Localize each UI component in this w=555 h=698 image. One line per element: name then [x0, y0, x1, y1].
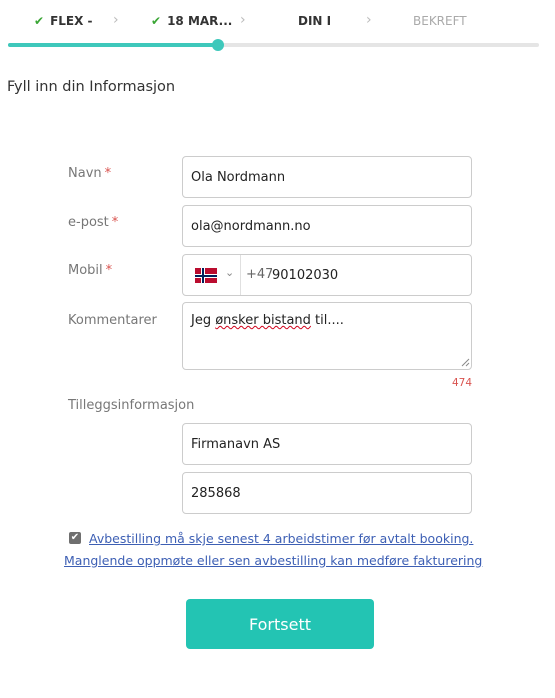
extra-info-label: Tilleggsinformasjon — [68, 398, 195, 413]
chevron-down-icon: ⌄ — [225, 266, 235, 279]
resize-grip-icon[interactable] — [461, 358, 470, 367]
char-counter: 474 — [451, 377, 472, 389]
check-icon: ✔ — [151, 14, 162, 28]
step-label: BEKREFT — [413, 14, 467, 28]
step-flex[interactable]: ✔ FLEX - — [34, 14, 93, 28]
continue-button[interactable]: Fortsett — [186, 599, 374, 649]
comments-text: Jeg ønsker bistand til.... — [191, 313, 344, 328]
dial-code: +47 — [246, 267, 274, 282]
email-input[interactable] — [182, 205, 472, 247]
step-label: FLEX - — [50, 14, 93, 28]
name-label: Navn * — [68, 166, 112, 181]
progress-marker — [212, 39, 224, 51]
company-input[interactable] — [182, 423, 472, 465]
page-title: Fyll inn din Informasjon — [7, 79, 176, 95]
email-label: e-post * — [68, 215, 119, 230]
check-icon: ✔ — [34, 14, 45, 28]
chevron-right-icon: › — [113, 12, 119, 28]
step-label: DIN I — [298, 14, 332, 28]
chevron-right-icon: › — [366, 12, 372, 28]
terms-link-line1[interactable]: Avbestilling må skje senest 4 arbeidstim… — [89, 531, 473, 546]
comments-label: Kommentarer — [68, 313, 157, 328]
progress-stepper: ✔ FLEX - › ✔ 18 MAR... › DIN I › BEKREFT — [0, 0, 555, 51]
step-info[interactable]: DIN I — [298, 14, 331, 28]
norway-flag-icon — [195, 268, 217, 283]
number-input[interactable] — [182, 472, 472, 514]
terms-link-line2[interactable]: Manglende oppmøte eller sen avbestilling… — [64, 553, 482, 568]
step-date[interactable]: ✔ 18 MAR... — [151, 14, 232, 28]
phone-input[interactable] — [272, 261, 462, 289]
phone-label: Mobil * — [68, 263, 113, 278]
progress-fill — [8, 43, 219, 47]
step-confirm[interactable]: BEKREFT — [413, 14, 467, 28]
country-code-select[interactable]: ⌄ — [183, 255, 241, 295]
name-input[interactable] — [182, 156, 472, 198]
phone-field: ⌄ +47 — [182, 254, 472, 296]
chevron-right-icon: › — [240, 12, 246, 28]
terms-checkbox[interactable]: ✔ — [69, 532, 81, 544]
step-label: 18 MAR... — [167, 14, 233, 28]
